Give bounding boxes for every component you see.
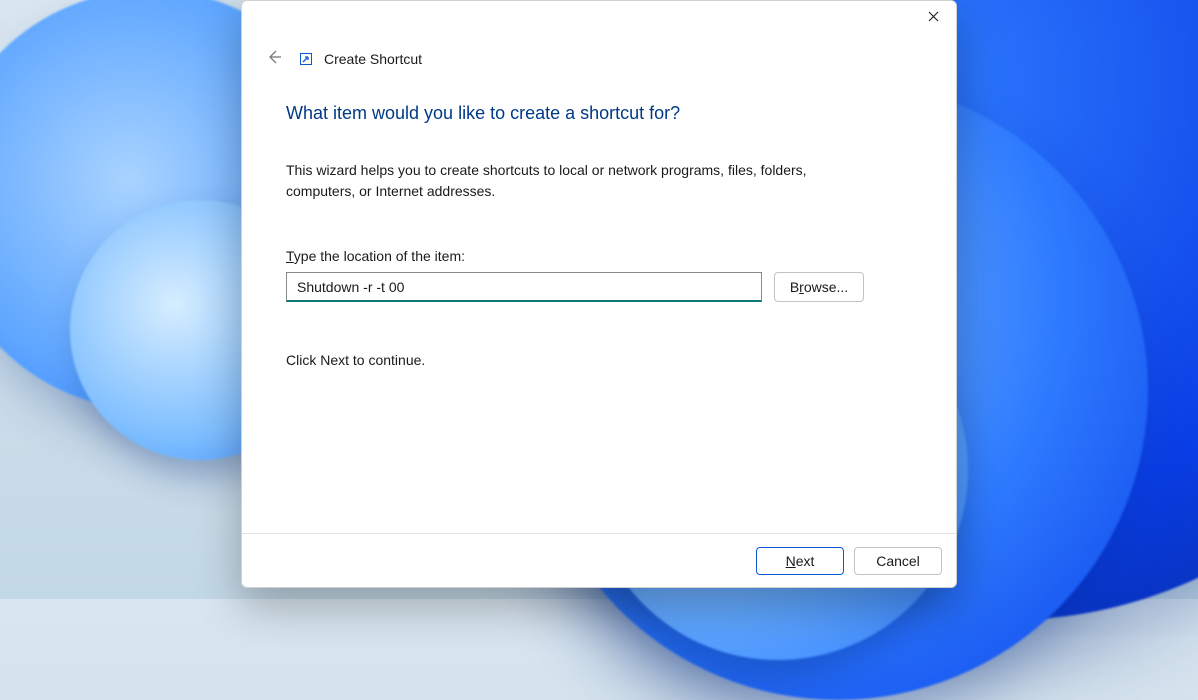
back-button[interactable] [260, 45, 288, 73]
wizard-content: What item would you like to create a sho… [242, 77, 956, 533]
location-input[interactable] [286, 272, 762, 302]
close-button[interactable] [910, 1, 956, 33]
wizard-description: This wizard helps you to create shortcut… [286, 160, 846, 202]
next-button[interactable]: Next [756, 547, 844, 575]
shortcut-arrow-icon [298, 51, 314, 67]
create-shortcut-dialog: Create Shortcut What item would you like… [241, 0, 957, 588]
location-row: Browse... [286, 272, 912, 302]
back-arrow-icon [265, 48, 283, 71]
wizard-footer: Next Cancel [242, 533, 956, 587]
close-icon [928, 10, 939, 24]
cancel-button[interactable]: Cancel [854, 547, 942, 575]
titlebar [242, 1, 956, 37]
wizard-title: Create Shortcut [324, 51, 422, 67]
page-heading: What item would you like to create a sho… [286, 103, 912, 124]
continue-hint: Click Next to continue. [286, 352, 912, 368]
location-label: Type the location of the item: [286, 248, 912, 264]
wizard-header: Create Shortcut [242, 37, 956, 77]
browse-button[interactable]: Browse... [774, 272, 864, 302]
